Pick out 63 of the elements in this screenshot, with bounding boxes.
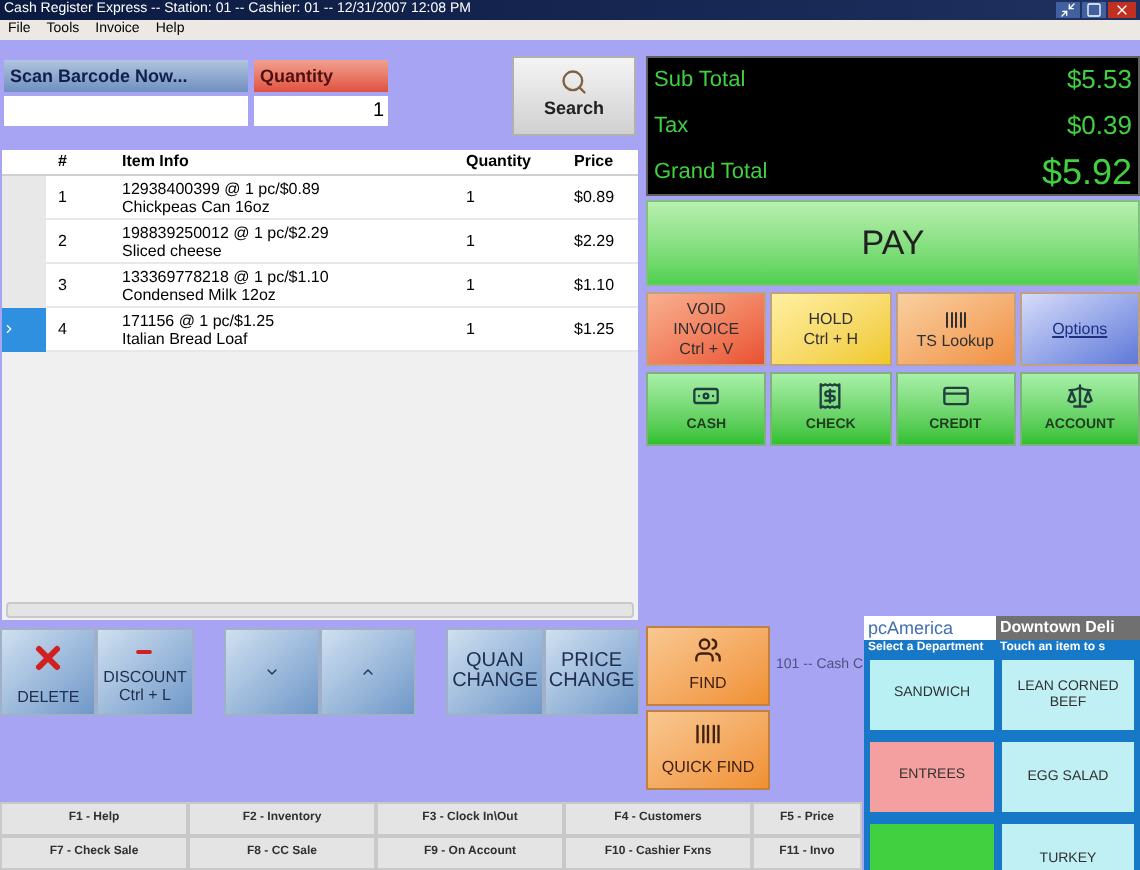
table-cell-text: 2: [56, 232, 69, 250]
barcode-icon: [694, 720, 722, 748]
row-selector[interactable]: [2, 307, 46, 351]
table-cell-text: $1.25: [572, 320, 617, 338]
table-cell-text: 1: [464, 188, 477, 206]
total-value: $5.92: [1041, 152, 1132, 192]
people-icon: [694, 636, 722, 664]
table-cell-text: 3: [56, 276, 69, 294]
delete-button[interactable]: DELETE: [0, 628, 97, 716]
discount-button[interactable]: DISCOUNT Ctrl + L: [96, 628, 194, 716]
close-icon[interactable]: [1108, 2, 1136, 18]
table-cell-text: 1: [464, 320, 477, 338]
table-cell-text: 171156 @ 1 pc/$1.25 Italian Bread Loaf: [120, 311, 277, 347]
void-invoice-button[interactable]: VOID INVOICE Ctrl + V: [646, 292, 767, 366]
total-value: $0.39: [1066, 108, 1132, 144]
table-row[interactable]: 3 133369778218 @ 1 pc/$1.10 Condensed Milk 12oz 1 $1.10: [2, 264, 638, 308]
column-header: Price: [572, 150, 616, 174]
table-cell-text: 4: [56, 320, 69, 338]
price-change-button[interactable]: PRICE CHANGE: [543, 628, 640, 716]
table-row[interactable]: 2 198839250012 @ 1 pc/$2.29 Sliced cheese 1 $2.29: [2, 220, 638, 264]
quantity-label: Quantity: [254, 60, 388, 92]
table-cell-text: 1: [464, 276, 477, 294]
quantity-input[interactable]: 1: [254, 96, 388, 126]
table-cell-text: $0.89: [572, 188, 617, 206]
table-cell-text: 1: [56, 188, 69, 206]
hold-button[interactable]: HOLD Ctrl + H: [770, 292, 891, 366]
column-header: #: [56, 150, 69, 174]
horizontal-scrollbar[interactable]: [6, 602, 634, 618]
total-value: $5.53: [1066, 62, 1132, 98]
table-cell-text: 12938400399 @ 1 pc/$0.89 Chickpeas Can 16oz: [120, 179, 322, 215]
minimize-icon[interactable]: [1056, 2, 1080, 18]
down-button[interactable]: [223, 628, 320, 716]
total-label: Grand Total: [654, 157, 768, 188]
column-header: Item Info: [120, 150, 191, 174]
barcode-input[interactable]: [4, 96, 248, 126]
search-icon: [560, 68, 588, 97]
scale-icon: [1065, 381, 1094, 410]
window-heading: Downtown Deli: [998, 616, 1115, 640]
barcode-icon: [943, 307, 968, 331]
receipt-icon: [816, 381, 845, 410]
table-cell-text: 198839250012 @ 1 pc/$2.29 Sliced cheese: [120, 223, 331, 259]
total-label: Sub Total: [654, 65, 746, 95]
table-cell-text: $2.29: [572, 232, 617, 250]
quantity-change-button[interactable]: QUAN CHANGE: [446, 628, 544, 716]
maximize-icon[interactable]: [1082, 2, 1106, 18]
table-cell-text: 133369778218 @ 1 pc/$1.10 Condensed Milk 12oz: [120, 267, 331, 303]
table-cell-text: $1.10: [572, 276, 617, 294]
row-selector[interactable]: [2, 175, 46, 219]
find-button[interactable]: FIND: [646, 626, 770, 706]
up-button[interactable]: [319, 628, 417, 716]
table-row[interactable]: 1 12938400399 @ 1 pc/$0.89 Chickpeas Can 16oz 1 $0.89: [2, 176, 638, 220]
search-button[interactable]: Search: [512, 56, 636, 136]
total-label: Tax: [654, 111, 689, 141]
logo: pcAmerica: [864, 616, 996, 640]
scan-label: Scan Barcode Now...: [4, 60, 248, 92]
quick-find-button[interactable]: QUICK FIND: [646, 710, 770, 790]
column-header: Quantity: [464, 150, 533, 174]
options-button[interactable]: Options: [1019, 292, 1140, 366]
row-pointer-icon: [2, 322, 16, 336]
pay-button[interactable]: PAY: [646, 200, 1140, 286]
table-cell-text: 1: [464, 232, 477, 250]
lookup-button[interactable]: TS Lookup: [895, 292, 1016, 366]
credit-card-icon: [941, 381, 970, 410]
